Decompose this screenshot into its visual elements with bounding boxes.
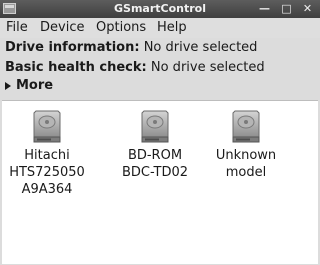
drive-information-label: Drive information:	[5, 40, 140, 55]
drive-item-bd-rom[interactable]: BD-ROM BDC-TD02	[105, 109, 205, 181]
hard-drive-icon[interactable]	[230, 109, 262, 143]
window-title: GSmartControl	[114, 2, 206, 15]
drive-label: Unknown model	[215, 148, 277, 180]
menu-options[interactable]: Options	[96, 19, 146, 37]
minimize-icon[interactable]: —	[257, 1, 272, 16]
gsmartcontrol-window: GSmartControl — □ ✕ File Device Options …	[0, 0, 320, 265]
hard-drive-icon[interactable]	[139, 109, 171, 143]
maximize-icon[interactable]: □	[279, 1, 294, 16]
drive-info-panel: Drive information: No drive selected Bas…	[0, 38, 320, 100]
drive-information-row: Drive information: No drive selected	[5, 40, 257, 55]
drive-information-value: No drive selected	[143, 40, 258, 55]
title-bar[interactable]: GSmartControl — □ ✕	[0, 0, 320, 18]
drive-label: BD-ROM BDC-TD02	[122, 148, 188, 180]
basic-health-value: No drive selected	[150, 60, 265, 75]
basic-health-label: Basic health check:	[5, 60, 147, 75]
expander-arrow-icon[interactable]	[5, 82, 11, 90]
menu-bar: File Device Options Help	[0, 18, 320, 38]
drive-item-unknown[interactable]: Unknown model	[196, 109, 296, 181]
drive-label: Hitachi HTS725050 A9A364	[9, 148, 85, 197]
close-icon[interactable]: ✕	[300, 1, 315, 16]
menu-file[interactable]: File	[6, 19, 28, 37]
more-label[interactable]: More	[16, 78, 53, 93]
drive-item-hitachi[interactable]: Hitachi HTS725050 A9A364	[0, 109, 97, 198]
drive-list: Hitachi HTS725050 A9A364 BD-ROM BDC-TD02…	[2, 100, 318, 264]
menu-help[interactable]: Help	[157, 19, 187, 37]
hard-drive-icon[interactable]	[31, 109, 63, 143]
menu-device[interactable]: Device	[40, 19, 84, 37]
basic-health-row: Basic health check: No drive selected	[5, 60, 265, 75]
